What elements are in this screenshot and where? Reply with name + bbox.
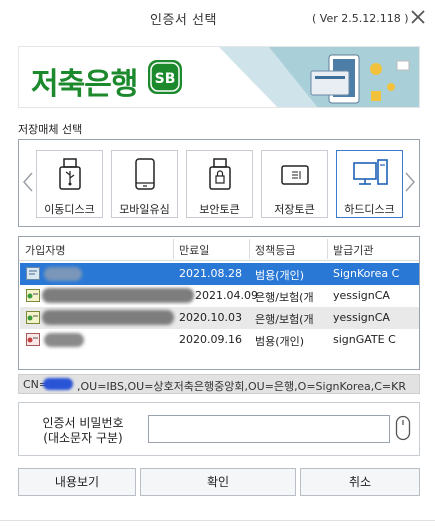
password-panel: 인증서 비밀번호 (대소문자 구분) [18, 402, 420, 456]
issuer: SignKorea C [333, 267, 400, 280]
expiry-date: 2020.09.16 [179, 333, 242, 346]
certificate-icon [26, 267, 40, 280]
list-header: 가입자명 만료일 정책등급 발급기관 [19, 237, 419, 261]
certificate-row[interactable]: 2021.04.09 은행/보험(개 yessignCA [20, 285, 419, 307]
title-bar: 인증서 선택 ( Ver 2.5.12.118 ) [0, 0, 435, 36]
device-hard-disk[interactable]: 하드디스크 [336, 150, 403, 218]
bank-banner: 저축은행 SB [18, 46, 420, 108]
storage-device-panel: 이동디스크 모바일유심 보안토큰 저장토큰 하드디스크 [18, 139, 420, 227]
bank-name: 저축은행 [31, 67, 138, 102]
security-token-icon [209, 158, 231, 190]
cancel-button[interactable]: 취소 [300, 468, 420, 496]
close-icon[interactable] [407, 6, 429, 28]
issuer: signGATE C [333, 333, 396, 346]
certificate-icon [26, 333, 40, 346]
expiry-date: 2021.08.28 [179, 267, 242, 280]
window-title: 인증서 선택 [150, 13, 217, 28]
device-label: 보안토큰 [199, 203, 240, 216]
certificate-icon [26, 289, 40, 302]
storage-section-label: 저장매체 선택 [18, 123, 83, 136]
usb-drive-icon [59, 158, 81, 190]
certificate-row[interactable]: 2020.10.03 은행/보험(개 yessignCA [20, 307, 419, 329]
scroll-left-icon[interactable] [21, 170, 35, 194]
device-mobile-usim[interactable]: 모바일유심 [111, 150, 178, 218]
column-header-policy[interactable]: 정책등급 [255, 242, 295, 258]
hard-disk-monitor-icon [353, 159, 388, 185]
device-label: 모바일유심 [119, 203, 170, 216]
device-label: 저장토큰 [274, 203, 315, 216]
certificate-row[interactable]: 2021.08.28 범용(개인) SignKorea C [20, 263, 419, 285]
certificate-icon [26, 311, 40, 324]
view-details-button[interactable]: 내용보기 [18, 468, 136, 496]
bottom-divider [0, 520, 435, 527]
policy-grade: 범용(개인) [255, 269, 305, 282]
expiry-date: 2020.10.03 [179, 311, 242, 324]
redacted-name [42, 288, 194, 303]
password-hint: (대소문자 구분) [43, 431, 123, 445]
bank-logo-icon: SB [148, 60, 182, 94]
redacted-name [44, 333, 84, 347]
policy-grade: 은행/보험(개 [255, 313, 314, 326]
device-usb-drive[interactable]: 이동디스크 [36, 150, 103, 218]
device-storage-token[interactable]: 저장토큰 [261, 150, 328, 218]
expiry-date: 2021.04.09 [195, 289, 258, 302]
certificate-row[interactable]: 2020.09.16 범용(개인) signGATE C [20, 329, 419, 351]
dn-rest: ,OU=IBS,OU=상호저축은행중앙회,OU=은행,O=SignKorea,C… [77, 380, 406, 393]
policy-grade: 은행/보험(개 [255, 291, 314, 304]
mobile-phone-icon [135, 158, 155, 190]
redacted-name [42, 310, 174, 325]
scroll-right-icon[interactable] [403, 170, 417, 194]
certificate-list: 가입자명 만료일 정책등급 발급기관 2021.08.28 범용(개인) Sig… [18, 236, 420, 370]
mouse-icon[interactable] [395, 415, 411, 441]
confirm-button[interactable]: 확인 [140, 468, 296, 496]
device-label: 이동디스크 [44, 203, 95, 216]
version-label: ( Ver 2.5.12.118 ) [312, 12, 409, 25]
redacted-name [44, 267, 82, 281]
issuer: yessignCA [333, 311, 390, 324]
issuer: yessignCA [333, 289, 390, 302]
column-header-issuer[interactable]: 발급기관 [333, 242, 373, 258]
device-label: 하드디스크 [344, 203, 395, 216]
column-header-expiry[interactable]: 만료일 [179, 242, 209, 258]
policy-grade: 범용(개인) [255, 335, 305, 348]
device-security-token[interactable]: 보안토큰 [186, 150, 253, 218]
bank-logo-text: SB [155, 71, 176, 87]
column-header-name[interactable]: 가입자명 [25, 242, 65, 258]
password-input[interactable] [148, 415, 390, 443]
redacted-cn [43, 378, 73, 390]
storage-token-icon [281, 165, 309, 185]
certificate-dn-bar: CN= ,OU=IBS,OU=상호저축은행중앙회,OU=은행,O=SignKor… [18, 374, 420, 394]
